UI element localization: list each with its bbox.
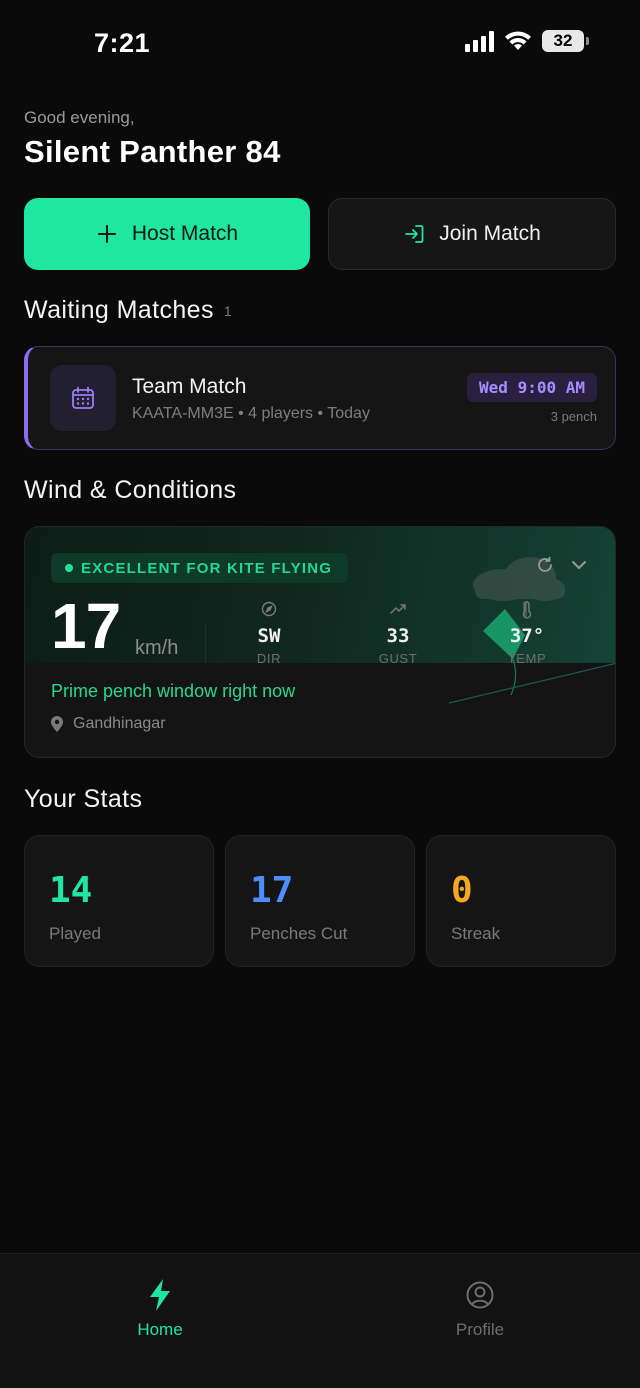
location-row: Gandhinagar <box>51 715 166 733</box>
host-match-label: Host Match <box>131 222 239 245</box>
battery-indicator: 32 <box>542 30 589 52</box>
wind-speed-value: 17 <box>51 590 121 662</box>
stat-card-streak: 0 Streak <box>426 835 616 967</box>
wind-message: Prime pench window right now <box>51 681 296 701</box>
lightning-icon <box>150 1279 170 1311</box>
greeting-text: Good evening, <box>24 108 135 127</box>
plus-icon <box>97 225 116 243</box>
wind-gust-stat: 33 GUST <box>358 601 438 666</box>
stat-penches-value: 17 <box>250 870 294 911</box>
stat-played-label: Played <box>49 924 101 943</box>
match-pench-count: 3 pench <box>550 409 597 424</box>
cellular-signal-icon <box>465 30 494 52</box>
temperature-stat: 37° TEMP <box>487 601 567 666</box>
temperature-value: 37° <box>509 625 545 647</box>
join-match-label: Join Match <box>439 222 541 245</box>
compass-icon <box>261 601 277 617</box>
waiting-matches-count: 1 <box>223 303 233 320</box>
tab-home-label: Home <box>137 1320 183 1339</box>
status-icons: 32 <box>465 30 589 52</box>
stat-streak-label: Streak <box>451 924 501 943</box>
status-bar: 7:21 32 <box>0 0 640 90</box>
wind-gust-label: GUST <box>378 651 418 666</box>
tab-profile[interactable]: Profile <box>420 1276 540 1340</box>
temperature-label: TEMP <box>507 651 547 666</box>
status-dot-icon <box>65 564 73 572</box>
calendar-icon <box>50 365 116 431</box>
wind-gust-value: 33 <box>386 625 410 647</box>
waiting-matches-heading: Waiting Matches 1 <box>24 296 232 325</box>
chevron-down-icon[interactable] <box>569 555 589 575</box>
match-card[interactable]: Team Match KAATA-MM3E • 4 players • Toda… <box>24 346 616 450</box>
stat-card-penches-cut: 17 Penches Cut <box>225 835 415 967</box>
waiting-matches-title: Waiting Matches <box>24 296 214 324</box>
wind-divider <box>205 623 206 663</box>
wind-speed-unit: km/h <box>135 637 179 659</box>
match-title: Team Match <box>132 375 247 398</box>
stat-streak-value: 0 <box>451 870 473 911</box>
status-time: 7:21 <box>94 28 151 58</box>
user-circle-icon <box>466 1281 494 1309</box>
login-icon <box>405 225 424 243</box>
wind-direction-label: DIR <box>256 651 282 666</box>
wind-card: EXCELLENT FOR KITE FLYING 17 km/h SW DIR <box>24 526 616 758</box>
conditions-badge: EXCELLENT FOR KITE FLYING <box>51 553 349 583</box>
conditions-badge-label: EXCELLENT FOR KITE FLYING <box>81 559 333 577</box>
wind-actions <box>535 555 589 575</box>
thermometer-icon <box>522 601 532 619</box>
your-stats-title: Your Stats <box>24 785 143 813</box>
home-screen: 7:21 32 Good evening, Silent Panther 84 … <box>0 0 640 1388</box>
location-name: Gandhinagar <box>73 715 166 732</box>
stat-card-played: 14 Played <box>24 835 214 967</box>
location-pin-icon <box>51 716 63 732</box>
join-match-button[interactable]: Join Match <box>328 198 616 270</box>
stat-played-value: 14 <box>49 870 93 911</box>
refresh-icon[interactable] <box>535 555 555 575</box>
tab-home[interactable]: Home <box>100 1276 220 1340</box>
match-time-badge: Wed 9:00 AM <box>467 373 597 402</box>
wind-conditions-title: Wind & Conditions <box>24 476 237 504</box>
stat-penches-label: Penches Cut <box>250 924 348 943</box>
trending-up-icon <box>390 604 406 614</box>
username-title: Silent Panther 84 <box>24 134 281 169</box>
wind-direction-value: SW <box>257 625 281 647</box>
tab-profile-label: Profile <box>455 1320 505 1339</box>
host-match-button[interactable]: Host Match <box>24 198 310 270</box>
wifi-icon <box>505 31 531 50</box>
tab-bar: Home Profile <box>0 1253 640 1388</box>
wind-direction-stat: SW DIR <box>229 601 309 666</box>
match-subtitle: KAATA-MM3E • 4 players • Today <box>132 405 370 422</box>
